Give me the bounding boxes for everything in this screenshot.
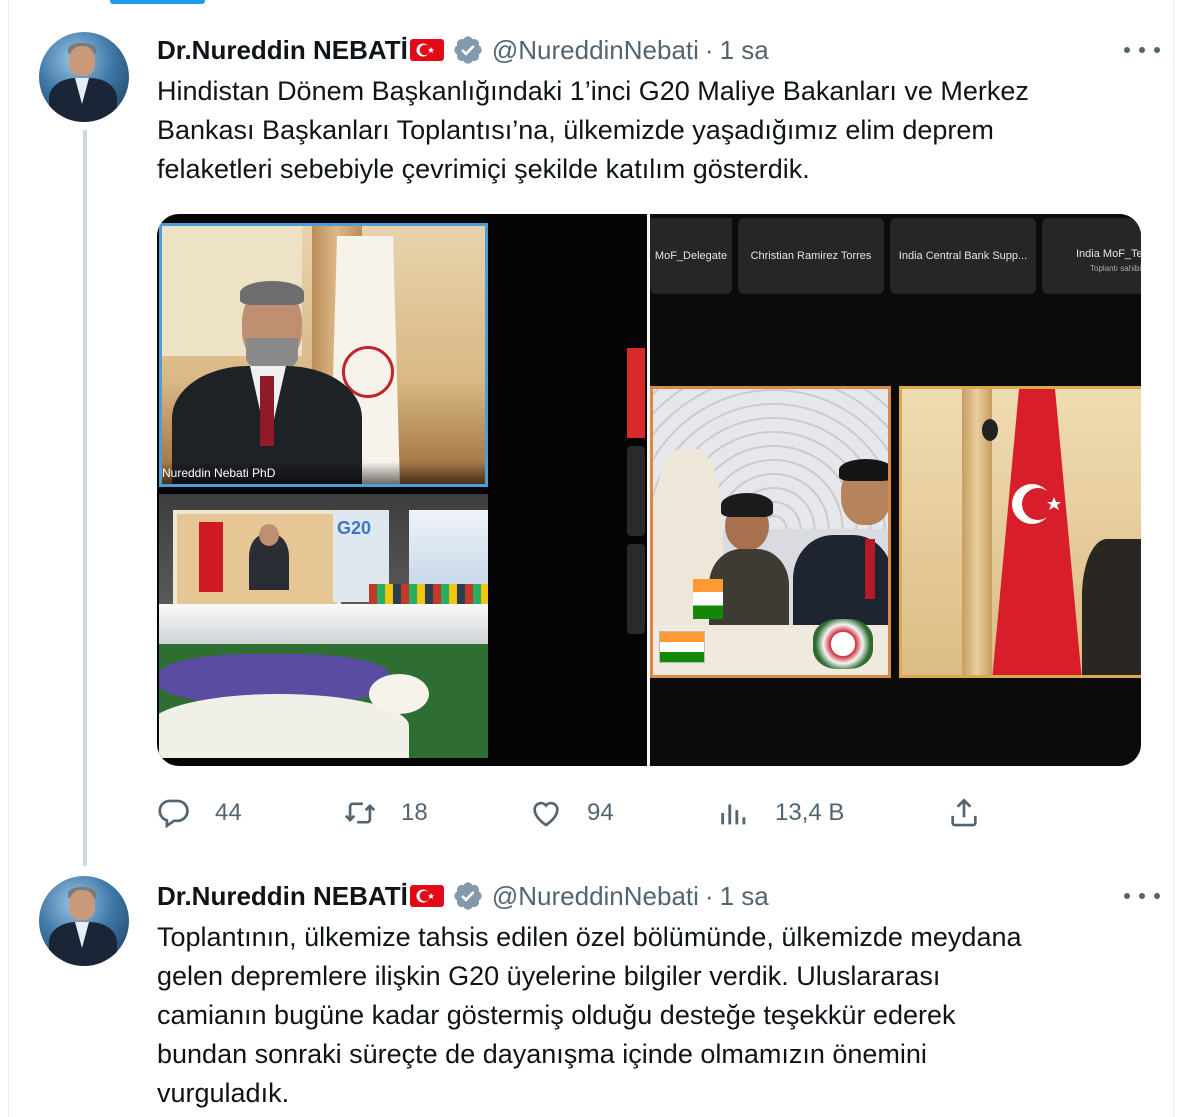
author-avatar[interactable] [39, 32, 129, 122]
author-handle[interactable]: @NureddinNebati [492, 881, 699, 912]
author-name[interactable]: Dr.Nureddin NEBATİ [157, 35, 408, 66]
more-icon[interactable] [1124, 40, 1160, 60]
retweet-button[interactable]: 18 [343, 793, 428, 833]
tweet-text-line: bundan sonraki süreçte de dayanışma için… [157, 1039, 927, 1069]
tweet-header: Dr.Nureddin NEBATİ @NureddinNebati · 1 s… [157, 876, 769, 916]
view-count: 13,4 B [775, 799, 845, 826]
views-button[interactable]: 13,4 B [717, 793, 844, 833]
author-handle[interactable]: @NureddinNebati [492, 35, 699, 66]
separator-dot: · [704, 880, 714, 911]
participant-name-label: Nureddin Nebati PhD [162, 466, 276, 480]
reply-icon [158, 799, 189, 829]
participant-video-turkey [899, 386, 1141, 678]
like-count: 94 [587, 799, 614, 826]
tweet-timestamp[interactable]: 1 sa [720, 881, 769, 912]
author-name[interactable]: Dr.Nureddin NEBATİ [157, 881, 408, 912]
separator-dot: · [704, 34, 714, 65]
share-button[interactable] [947, 793, 981, 833]
g20-banner-text: G20 [337, 518, 372, 538]
reply-count: 44 [215, 799, 242, 826]
participant-tile: MoF_Delegate [650, 218, 732, 294]
flag-thumbnail [627, 348, 645, 438]
tweet-timestamp[interactable]: 1 sa [720, 35, 769, 66]
retweet-icon [344, 802, 376, 824]
tweet-media-image[interactable]: Nureddin Nebati PhD G20 MoF_Delegate Chr… [157, 214, 1141, 766]
conference-hall-photo: G20 [159, 494, 488, 758]
tweet-action-bar: 44 18 94 13,4 B [157, 793, 997, 833]
active-tab-indicator [110, 0, 205, 4]
turkish-flag-icon [409, 39, 444, 61]
views-icon [721, 804, 746, 825]
like-button[interactable]: 94 [529, 793, 614, 833]
tweet-text-line: felaketleri sebebiyle çevrimiçi şekilde … [157, 154, 810, 184]
reply-button[interactable]: 44 [157, 793, 242, 833]
participant-video-main: Nureddin Nebati PhD [159, 223, 488, 487]
tweet-text-line: vurguladık. [157, 1078, 290, 1108]
author-avatar[interactable] [39, 876, 129, 966]
thread-connector-line [83, 130, 87, 866]
more-icon[interactable] [1124, 886, 1160, 906]
tweet-text-line: camianın bugüne kadar göstermiş olduğu d… [157, 1000, 956, 1030]
retweet-count: 18 [401, 799, 428, 826]
video-thumbnail [627, 544, 645, 634]
participant-tile: India MoF_Te Toplantı sahibi [1042, 218, 1141, 294]
tweet-text: Toplantının, ülkemize tahsis edilen özel… [157, 918, 1147, 1113]
tweet-text: Hindistan Dönem Başkanlığındaki 1’inci G… [157, 72, 1147, 189]
tweet-text-line: Bankası Başkanları Toplantısı’na, ülkemi… [157, 115, 994, 145]
tweet-header: Dr.Nureddin NEBATİ @NureddinNebati · 1 s… [157, 30, 769, 70]
verified-badge-icon[interactable] [452, 880, 484, 912]
participant-tile: Christian Ramirez Torres [738, 218, 884, 294]
video-thumbnail [627, 446, 645, 536]
participant-video-india [650, 386, 891, 678]
participant-tile: India Central Bank Supp... [890, 218, 1036, 294]
tweet-text-line: Hindistan Dönem Başkanlığındaki 1’inci G… [157, 76, 1029, 106]
tweet-text-line: gelen depremlere ilişkin G20 üyelerine b… [157, 961, 941, 991]
turkish-flag-icon [409, 885, 444, 907]
tweet-text-line: Toplantının, ülkemize tahsis edilen özel… [157, 922, 1022, 952]
verified-badge-icon[interactable] [452, 34, 484, 66]
meeting-screenshot: MoF_Delegate Christian Ramirez Torres In… [650, 214, 1141, 766]
share-icon [951, 798, 977, 827]
heart-icon [533, 801, 559, 827]
